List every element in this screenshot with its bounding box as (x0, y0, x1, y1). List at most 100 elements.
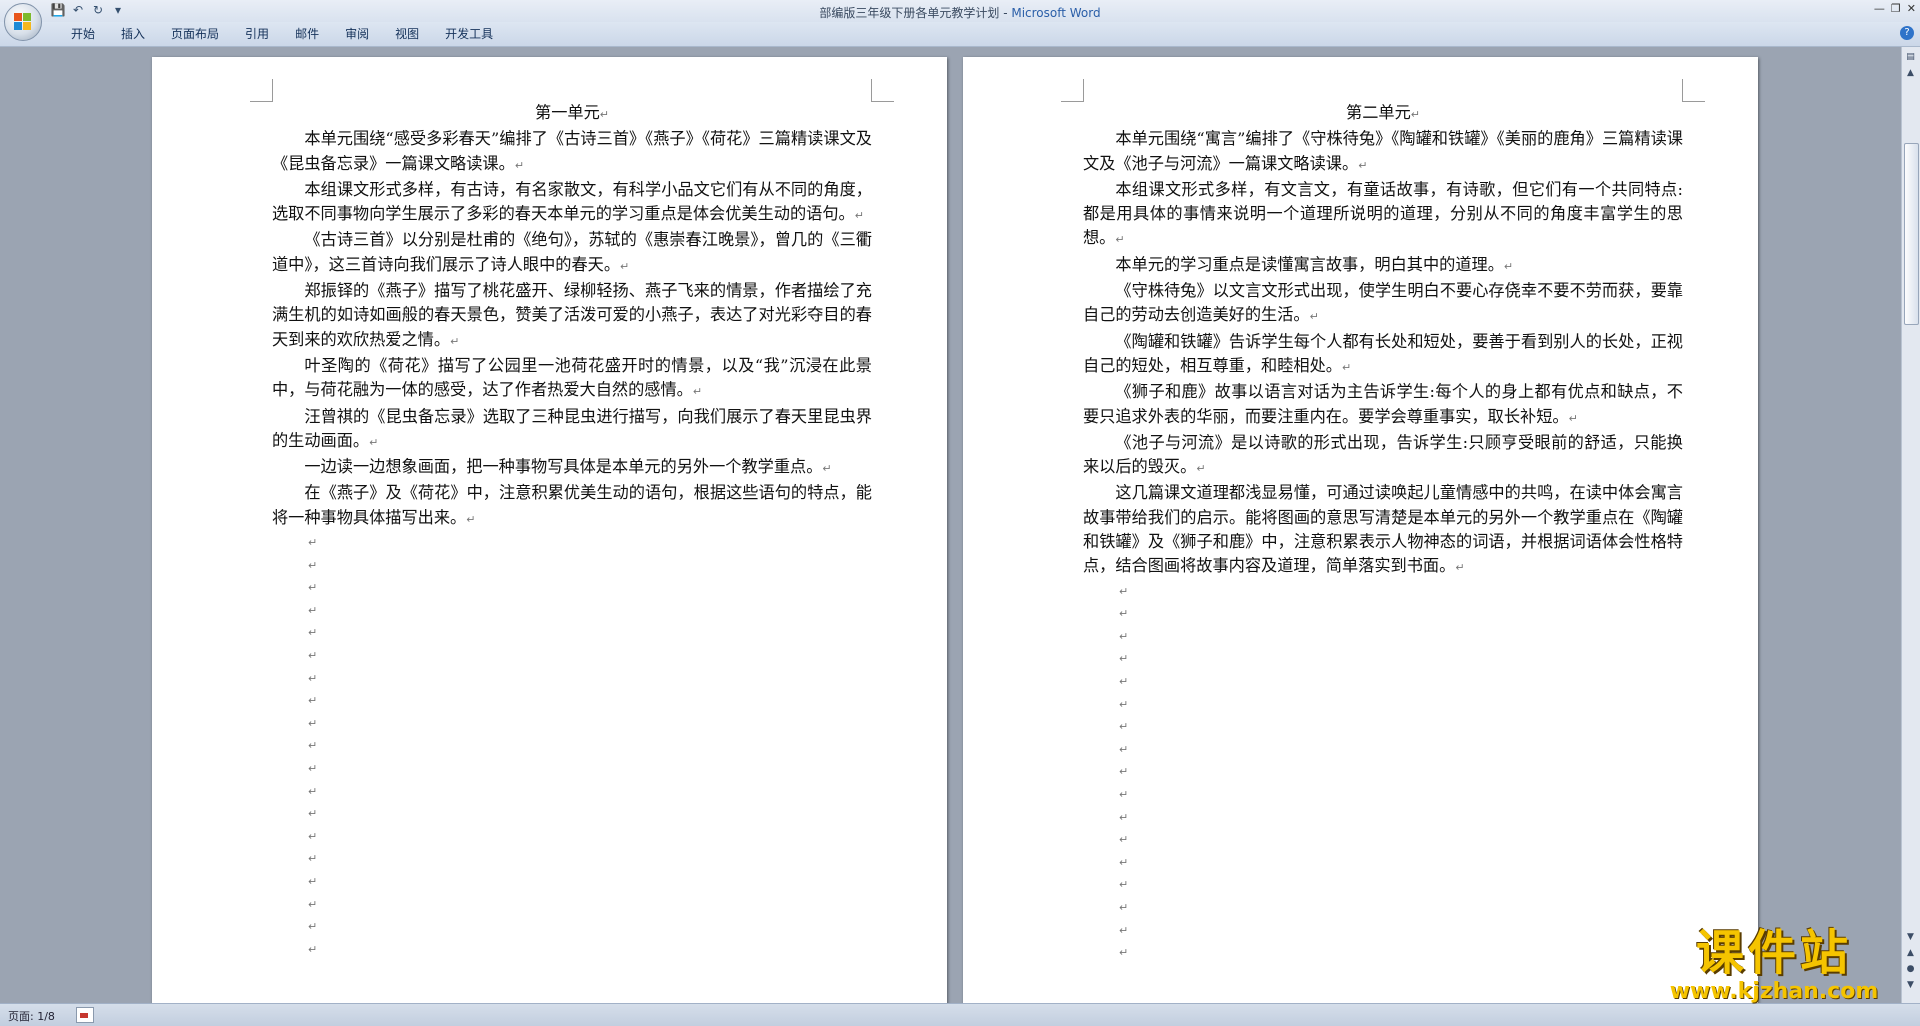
tab-4[interactable]: 引用 (232, 26, 282, 43)
tab-7[interactable]: 视图 (382, 26, 432, 43)
empty-paragraph-mark: ↵ (1119, 629, 1129, 643)
paragraph-mark: ↵ (692, 385, 703, 399)
tab-5[interactable]: 邮件 (282, 26, 332, 43)
tab-6[interactable]: 审阅 (332, 26, 382, 43)
empty-paragraph-mark: ↵ (308, 671, 318, 685)
empty-paragraph-mark: ↵ (1119, 697, 1129, 711)
paragraph-mark: ↵ (450, 334, 460, 348)
watermark-text: 课件站 (1695, 925, 1852, 981)
paragraph: 本单元的学习重点是读懂寓言故事，明白其中的道理。↵ (1115, 254, 1514, 274)
app-name: Microsoft Word (1011, 6, 1101, 20)
empty-paragraph-mark: ↵ (308, 581, 318, 595)
help-icon[interactable]: ? (1900, 26, 1914, 40)
paragraph-mark: ↵ (1568, 411, 1578, 425)
empty-paragraph-mark: ↵ (1119, 810, 1129, 824)
paragraph: 在《燕子》及《荷花》中，注意积累优美生动的语句，根据这些语句的特点，能将一种事物… (272, 483, 872, 527)
close-icon[interactable]: ✕ (1907, 2, 1916, 15)
window-controls: — ❐ ✕ (1874, 2, 1916, 15)
document-workspace: 第一单元↵ 本单元围绕“感受多彩春天”编排了《古诗三首》《燕子》《荷花》三篇精读课… (0, 47, 1902, 1017)
empty-paragraph-mark: ↵ (308, 852, 318, 866)
empty-paragraph-mark: ↵ (308, 829, 318, 843)
status-bar: 页面: 1/8 (0, 1003, 1920, 1026)
scroll-up-icon[interactable]: ▲ (1904, 67, 1917, 79)
page-indicator[interactable]: 页面: 1/8 (8, 1008, 55, 1024)
empty-paragraph-mark: ↵ (1119, 787, 1129, 801)
paragraph-mark: ↵ (1503, 259, 1514, 273)
empty-paragraph-mark: ↵ (1119, 923, 1129, 937)
ribbon-tabs-bar: 开始 插入 页面布局 引用 邮件 审阅 视图 开发工具 ? (0, 22, 1920, 47)
paragraph-mark: ↵ (369, 435, 379, 449)
paragraph-mark: ↵ (1455, 561, 1465, 575)
empty-paragraph-mark: ↵ (308, 739, 318, 753)
empty-paragraph-mark: ↵ (1119, 765, 1129, 779)
empty-paragraph-mark: ↵ (308, 558, 318, 572)
empty-paragraphs: ↵ ↵ ↵ ↵ ↵ ↵ ↵ ↵ ↵ ↵ ↵ ↵ ↵ ↵ ↵ ↵ ↵ (1119, 581, 1683, 965)
select-browse-object-icon[interactable]: ● (1904, 963, 1917, 975)
scrollbar-thumb[interactable] (1904, 143, 1919, 325)
unit-title: 第二单元↵ (1346, 103, 1420, 122)
paragraph-mark: ↵ (822, 462, 832, 476)
paragraph: 《古诗三首》以分别是杜甫的《绝句》，苏轼的《惠崇春江晚景》，曾几的《三衢道中》，… (272, 230, 872, 274)
watermark-logo: 课件站 www.kjzhan.com (1654, 926, 1894, 1004)
paragraph: 郑振铎的《燕子》描写了桃花盛开、绿柳轻扬、燕子飞来的情景，作者描绘了充满生机的如… (272, 281, 872, 349)
tab-2[interactable]: 插入 (108, 26, 158, 43)
paragraph: 《陶罐和铁罐》告诉学生每个人都有长处和短处，要善于看到别人的长处，正视自己的短处… (1083, 331, 1683, 375)
minimize-icon[interactable]: — (1874, 2, 1885, 15)
empty-paragraph-mark: ↵ (308, 536, 318, 550)
paragraph: 一边读一边想象画面，把一种事物写具体是本单元的另外一个教学重点。↵ (304, 457, 832, 477)
paragraph: 这几篇课文道理都浅显易懂，可通过读唤起儿童情感中的共鸣，在读中体会寓言故事带给我… (1083, 483, 1683, 576)
empty-paragraph-mark: ↵ (1119, 584, 1129, 598)
empty-paragraph-mark: ↵ (1119, 607, 1129, 621)
empty-paragraph-mark: ↵ (308, 626, 318, 640)
empty-paragraph-mark: ↵ (1119, 878, 1129, 892)
empty-paragraph-mark: ↵ (308, 942, 318, 956)
tab-8[interactable]: 开发工具 (432, 26, 506, 43)
crop-mark (1061, 79, 1084, 102)
paragraph-mark: ↵ (1196, 462, 1206, 476)
paragraph-mark: ↵ (1115, 233, 1125, 247)
page-content: 第二单元↵ 本单元围绕“寓言”编排了《守株待兔》《陶罐和铁罐》《美丽的鹿角》三篇精… (1083, 101, 1683, 965)
empty-paragraph-mark: ↵ (1119, 900, 1129, 914)
document-page-2[interactable]: 第二单元↵ 本单元围绕“寓言”编排了《守株待兔》《陶罐和铁罐》《美丽的鹿角》三篇精… (963, 57, 1758, 1017)
office-button[interactable] (4, 3, 42, 41)
empty-paragraph-mark: ↵ (308, 761, 318, 775)
empty-paragraph-mark: ↵ (308, 694, 318, 708)
empty-paragraph-mark: ↵ (1119, 946, 1129, 960)
paragraph: 叶圣陶的《荷花》描写了公园里一池荷花盛开时的情景，以及“我”沉浸在此景中，与荷花… (272, 355, 872, 400)
paragraph-mark: ↵ (1410, 108, 1420, 121)
ribbon-tabs: 开始 插入 页面布局 引用 邮件 审阅 视图 开发工具 (58, 26, 506, 43)
paragraph-mark: ↵ (466, 512, 476, 526)
document-page-1[interactable]: 第一单元↵ 本单元围绕“感受多彩春天”编排了《古诗三首》《燕子》《荷花》三篇精读课… (152, 57, 947, 1017)
empty-paragraph-mark: ↵ (308, 874, 318, 888)
empty-paragraph-mark: ↵ (308, 920, 318, 934)
empty-paragraph-mark: ↵ (308, 649, 318, 663)
next-page-icon[interactable]: ▼ (1904, 979, 1917, 991)
empty-paragraph-mark: ↵ (308, 716, 318, 730)
ruler-toggle-icon[interactable]: ▤ (1904, 51, 1917, 63)
restore-icon[interactable]: ❐ (1891, 2, 1901, 15)
paragraph: 《池子与河流》是以诗歌的形式出现，告诉学生:只顾亨受眼前的舒适，只能换来以后的毁… (1083, 432, 1683, 477)
previous-page-icon[interactable]: ▲ (1904, 947, 1917, 959)
paragraph-mark: ↵ (1358, 158, 1368, 172)
vertical-scrollbar[interactable]: ▤ ▲ ▼ ▲ ● ▼ (1901, 47, 1920, 1003)
empty-paragraph-mark: ↵ (1119, 833, 1129, 847)
paragraph-mark: ↵ (1342, 360, 1352, 374)
scroll-down-icon[interactable]: ▼ (1904, 931, 1917, 943)
watermark-url: www.kjzhan.com (1669, 979, 1879, 1004)
proofing-status-icon[interactable] (76, 1007, 94, 1023)
paragraph-mark: ↵ (514, 158, 525, 172)
unit-title: 第一单元↵ (535, 103, 609, 122)
empty-paragraph-mark: ↵ (308, 603, 318, 617)
paragraph-mark: ↵ (1309, 310, 1319, 324)
paragraph: 本单元围绕“寓言”编排了《守株待兔》《陶罐和铁罐》《美丽的鹿角》三篇精读课文及《… (1083, 129, 1683, 173)
paragraph-mark: ↵ (854, 209, 864, 223)
empty-paragraph-mark: ↵ (1119, 675, 1129, 689)
tab-3[interactable]: 页面布局 (158, 26, 232, 43)
empty-paragraph-mark: ↵ (308, 897, 318, 911)
tab-1[interactable]: 开始 (58, 26, 108, 43)
document-name: 部编版三年级下册各单元教学计划 (819, 6, 1000, 20)
page-content: 第一单元↵ 本单元围绕“感受多彩春天”编排了《古诗三首》《燕子》《荷花》三篇精读课… (272, 101, 872, 961)
window-title: 部编版三年级下册各单元教学计划 - Microsoft Word (819, 6, 1101, 20)
crop-mark (250, 79, 273, 102)
paragraph: 汪曾祺的《昆虫备忘录》选取了三种昆虫进行描写，向我们展示了春天里昆虫界的生动画面… (272, 406, 872, 450)
